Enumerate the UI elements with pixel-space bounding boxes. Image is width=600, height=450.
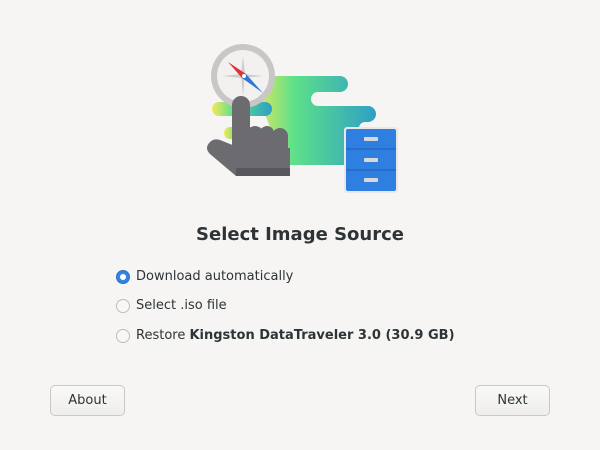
- radio-label-prefix: Restore: [136, 328, 186, 343]
- radio-label-device: Kingston DataTraveler 3.0 (30.9 GB): [189, 328, 455, 343]
- radio-select-iso-file[interactable]: Select .iso file: [116, 298, 227, 313]
- file-cabinet-icon: [344, 127, 398, 193]
- radio-indicator[interactable]: [116, 328, 130, 343]
- illustration-compass-hand-cabinet: [207, 44, 398, 193]
- next-button[interactable]: Next: [475, 385, 550, 416]
- radio-label: Download automatically: [136, 269, 294, 284]
- about-button[interactable]: About: [50, 385, 125, 416]
- radio-indicator-selected[interactable]: [116, 269, 130, 284]
- radio-indicator[interactable]: [116, 298, 130, 313]
- radio-download-automatically[interactable]: Download automatically: [116, 269, 293, 284]
- radio-restore-drive[interactable]: Restore Kingston DataTraveler 3.0 (30.9 …: [116, 328, 455, 343]
- radio-label: Select .iso file: [136, 298, 227, 313]
- page-title: Select Image Source: [196, 224, 404, 245]
